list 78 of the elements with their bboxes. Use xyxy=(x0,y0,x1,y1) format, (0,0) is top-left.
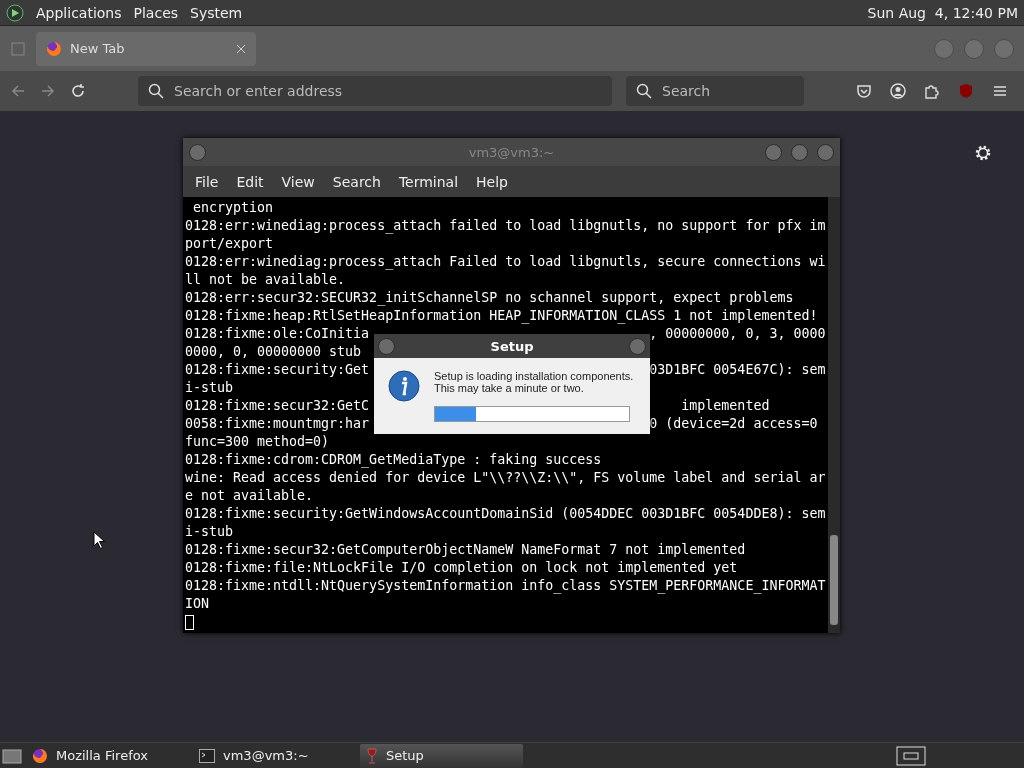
maximize-button[interactable] xyxy=(964,38,984,59)
desktop-icon[interactable] xyxy=(2,746,22,765)
close-button[interactable] xyxy=(629,338,646,355)
text-cursor xyxy=(185,615,194,630)
terminal-line: 0128:fixme:heap:RtlSetHeapInformation HEAP_INFORMATION_CLASS 1 not implemented! xyxy=(185,308,818,323)
pointer-icon xyxy=(93,531,105,549)
menu-item[interactable]: Edit xyxy=(228,173,272,190)
menu-item[interactable]: View xyxy=(273,173,323,190)
taskbar-item[interactable]: Mozilla Firefox xyxy=(26,743,189,768)
forward-icon[interactable] xyxy=(40,83,56,99)
minimize-button[interactable] xyxy=(765,144,782,161)
maximize-button[interactable] xyxy=(791,144,808,161)
terminal-line: 0058:fixme:mountmgr:har xyxy=(185,416,370,431)
dialog-title: Setup xyxy=(490,338,534,354)
close-button[interactable] xyxy=(817,144,834,161)
pocket-icon[interactable] xyxy=(856,83,872,99)
scrollbar[interactable] xyxy=(828,197,840,633)
terminal-line: 0128:fixme:ole:CoInitia xyxy=(185,326,370,341)
account-icon[interactable] xyxy=(890,83,906,99)
panel-menu[interactable]: System xyxy=(190,4,243,21)
menu-item[interactable]: Terminal xyxy=(390,173,467,190)
window-title: vm3@vm3:~ xyxy=(468,144,555,160)
search-icon xyxy=(148,83,164,99)
extensions-icon[interactable] xyxy=(924,83,940,99)
terminal-line: 0128:fixme:ntdll:NtQuerySystemInformation info_class SYSTEM_PERFORMANCE_INFORMAT xyxy=(185,578,826,593)
app-menu-icon[interactable] xyxy=(6,3,24,22)
menu-icon[interactable] xyxy=(992,83,1008,99)
terminal-line: 0128:fixme:cdrom:CDROM_GetMediaType : faking success xyxy=(185,452,602,467)
tab-list-icon[interactable] xyxy=(10,40,26,57)
terminal-line: ll not be available. xyxy=(185,272,346,287)
terminal-line: 0128:err:winediag:process_attach Failed to load libgnutls, secure connections wi xyxy=(185,254,826,269)
terminal-line: 03D1BFC 0054E67C): sem xyxy=(649,361,826,379)
minimize-button[interactable] xyxy=(934,38,954,59)
panel-menu[interactable]: Applications xyxy=(36,4,122,21)
terminal-line: ION xyxy=(185,596,210,611)
terminal-line: wine: Read access denied for device L"\\??\\Z:\\", FS volume label and serial ar xyxy=(185,470,826,485)
info-icon xyxy=(388,370,420,402)
menu-item[interactable]: File xyxy=(187,173,227,190)
terminal-line: 0128:fixme:secur32:GetComputerObjectNameW NameFormat 7 not implemented xyxy=(185,542,746,557)
terminal-line: 0128:fixme:security:GetWindowsAccountDomainSid (0054DDEC 003D1BFC 0054DDE8): sem xyxy=(185,506,826,521)
workspace-icon[interactable] xyxy=(896,745,926,766)
taskbar-item[interactable]: vm3@vm3:~ xyxy=(193,743,356,768)
close-button[interactable] xyxy=(994,38,1014,59)
terminal-icon xyxy=(199,748,215,763)
terminal-line: e not available. xyxy=(185,488,314,503)
menu-item[interactable]: Search xyxy=(324,173,389,190)
search-icon xyxy=(636,83,652,99)
reload-icon[interactable] xyxy=(70,83,86,99)
settings-icon[interactable] xyxy=(974,144,992,162)
terminal-line: implemented xyxy=(680,397,770,415)
firefox-icon xyxy=(32,747,48,764)
back-icon[interactable] xyxy=(10,83,26,99)
wine-glass-icon xyxy=(366,747,378,764)
panel-menu[interactable]: Places xyxy=(133,4,179,21)
menu-item[interactable]: Help xyxy=(468,173,516,190)
browser-tab[interactable]: New Tab xyxy=(36,31,256,66)
search-field[interactable]: Search xyxy=(626,76,804,106)
terminal-line: 0128:fixme:security:Get xyxy=(185,362,370,377)
terminal-line: 0128:err:secur32:SECUR32_initSchannelSP no schannel support, expect problems xyxy=(185,290,794,305)
taskbar-item[interactable]: Setup xyxy=(360,743,523,768)
window-menu-button[interactable] xyxy=(378,338,395,355)
window-menu-button[interactable] xyxy=(189,144,206,161)
terminal-line: i-stub xyxy=(185,380,234,395)
terminal-line: func=300 method=0) xyxy=(185,434,330,449)
clock: Sun Aug 4, 12:40 PM xyxy=(867,4,1018,21)
terminal-line: 0128:fixme:file:NtLockFile I/O completion on lock not implemented yet xyxy=(185,560,738,575)
terminal-line: i-stub xyxy=(185,524,234,539)
close-icon[interactable] xyxy=(236,43,246,54)
firefox-icon xyxy=(46,40,62,57)
terminal-line: port/export xyxy=(185,236,274,251)
terminal-line: 0 (device=2d access=0 xyxy=(649,415,818,433)
terminal-line: 0128:fixme:secur32:GetC xyxy=(185,398,370,413)
address-field[interactable]: Search or enter address xyxy=(138,76,612,106)
terminal-line: 0000, 0, 00000000 stub xyxy=(185,344,362,359)
dialog-message: Setup is loading installation components. This may take a minute or two. xyxy=(434,370,634,394)
terminal-line: , 00000000, 0, 3, 0000 xyxy=(649,325,826,343)
terminal-line: encryption xyxy=(192,200,274,215)
terminal-line: 0128:err:winediag:process_attach failed to load libgnutls, no support for pfx im xyxy=(185,218,826,233)
